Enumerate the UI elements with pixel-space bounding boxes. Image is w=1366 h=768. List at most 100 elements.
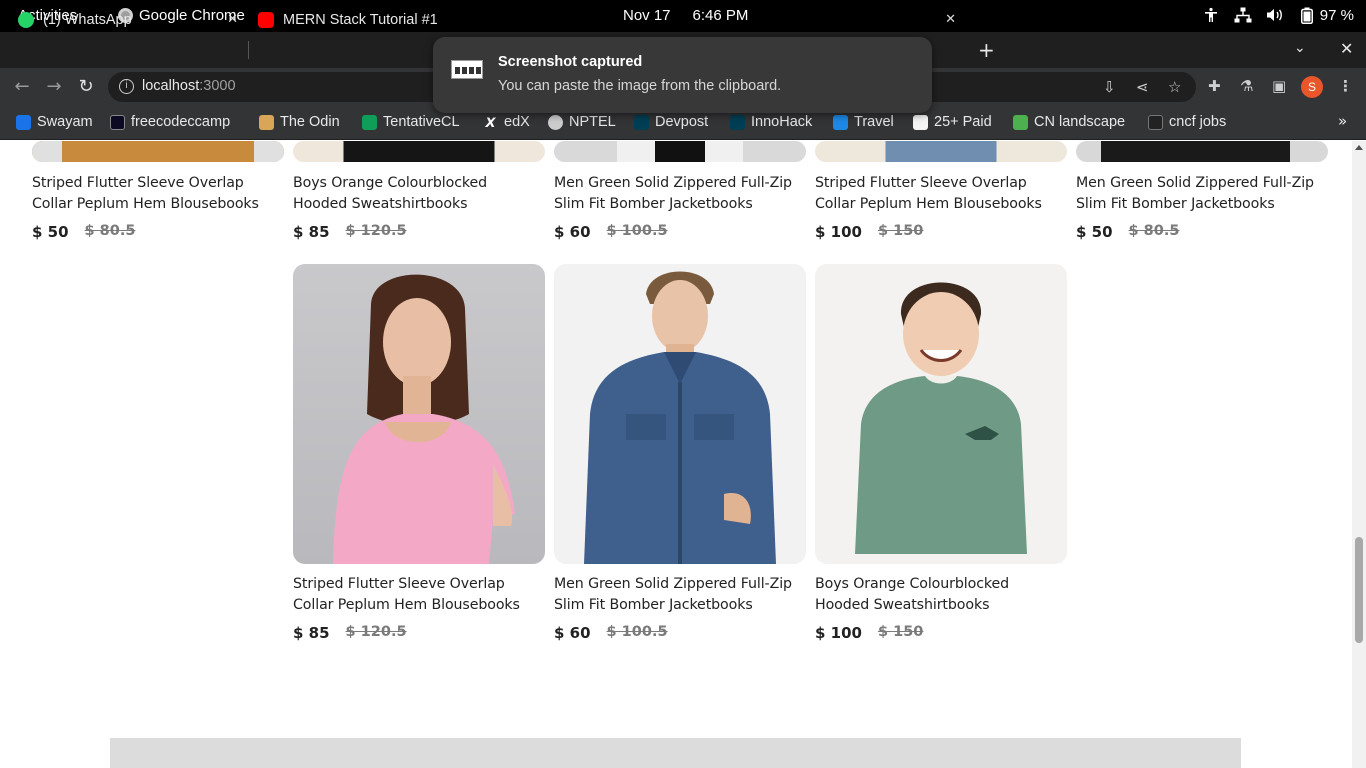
product-image[interactable] bbox=[554, 141, 806, 162]
youtube-icon bbox=[258, 12, 274, 28]
install-app-icon[interactable]: ⇩ bbox=[1103, 78, 1116, 96]
tab-active-close[interactable]: ✕ bbox=[940, 4, 960, 36]
scroll-up-arrow-icon[interactable] bbox=[1355, 145, 1363, 150]
product-title[interactable]: Boys Orange Colourblocked Hooded Sweatsh… bbox=[293, 173, 545, 215]
product-title[interactable]: Men Green Solid Zippered Full-Zip Slim F… bbox=[554, 574, 806, 616]
profile-avatar[interactable]: S bbox=[1301, 76, 1323, 98]
product-image[interactable] bbox=[815, 264, 1067, 564]
bookmark-label: Swayam bbox=[37, 114, 93, 130]
product-card[interactable]: Boys Orange Colourblocked Hooded Sweatsh… bbox=[815, 264, 1067, 642]
back-button[interactable]: ← bbox=[11, 76, 33, 97]
product-title[interactable]: Boys Orange Colourblocked Hooded Sweatsh… bbox=[815, 574, 1067, 616]
network-icon[interactable] bbox=[1234, 6, 1252, 24]
product-card[interactable]: Striped Flutter Sleeve Overlap Collar Pe… bbox=[32, 141, 284, 241]
product-title[interactable]: Striped Flutter Sleeve Overlap Collar Pe… bbox=[293, 574, 545, 616]
footer-section bbox=[110, 738, 1241, 768]
reload-button[interactable]: ↻ bbox=[75, 76, 97, 97]
product-image[interactable] bbox=[32, 141, 284, 162]
bookmark-tentativecl[interactable]: TentativeCL bbox=[362, 114, 460, 130]
bookmark-innohack[interactable]: InnoHack bbox=[730, 114, 812, 130]
product-old-price: $ 100.5 bbox=[606, 624, 668, 640]
product-card[interactable]: Men Green Solid Zippered Full-Zip Slim F… bbox=[554, 141, 806, 241]
site-info-icon[interactable]: i bbox=[119, 79, 134, 94]
clock-time: 6:46 PM bbox=[692, 7, 749, 24]
tab-search-chevron-icon[interactable]: ⌄ bbox=[1294, 40, 1306, 56]
product-card[interactable]: Men Green Solid Zippered Full-Zip Slim F… bbox=[554, 264, 806, 642]
url-text[interactable]: localhost:3000 bbox=[142, 78, 236, 94]
close-tab-icon[interactable]: ✕ bbox=[227, 11, 238, 27]
chrome-menu-icon[interactable]: ⋮ bbox=[1338, 77, 1353, 95]
product-prices: $ 85 $ 120.5 bbox=[293, 223, 545, 241]
product-card[interactable]: Boys Orange Colourblocked Hooded Sweatsh… bbox=[293, 141, 545, 241]
product-price: $ 50 bbox=[32, 223, 69, 241]
bookmark-the-odin[interactable]: The Odin bbox=[259, 114, 340, 130]
bookmark-25-paid[interactable]: 25+ Paid bbox=[913, 114, 992, 130]
notification-title: Screenshot captured bbox=[498, 54, 643, 70]
side-panel-icon[interactable]: ▣ bbox=[1272, 77, 1286, 95]
notification-body: You can paste the image from the clipboa… bbox=[498, 78, 782, 94]
battery-icon bbox=[1298, 6, 1316, 24]
product-price: $ 100 bbox=[815, 223, 862, 241]
close-tab-icon[interactable]: ✕ bbox=[945, 11, 956, 27]
product-title[interactable]: Men Green Solid Zippered Full-Zip Slim F… bbox=[554, 173, 806, 215]
product-old-price: $ 80.5 bbox=[84, 223, 136, 239]
forward-button[interactable]: → bbox=[43, 76, 65, 97]
product-card[interactable]: Striped Flutter Sleeve Overlap Collar Pe… bbox=[815, 141, 1067, 241]
tab-whatsapp[interactable]: (1) WhatsApp ✕ bbox=[18, 4, 248, 36]
travel-icon bbox=[833, 114, 848, 130]
url-host: localhost bbox=[142, 78, 200, 94]
bookmark-label: edX bbox=[504, 114, 530, 130]
bookmark-swayam[interactable]: Swayam bbox=[16, 114, 93, 130]
bookmark-cncf-jobs[interactable]: cncf jobs bbox=[1148, 114, 1226, 130]
bookmark-devpost[interactable]: Devpost bbox=[634, 114, 708, 130]
volume-icon[interactable] bbox=[1266, 6, 1284, 24]
product-prices: $ 50 $ 80.5 bbox=[32, 223, 284, 241]
bookmark-travel[interactable]: Travel bbox=[833, 114, 894, 130]
product-title[interactable]: Striped Flutter Sleeve Overlap Collar Pe… bbox=[32, 173, 284, 215]
bookmark-label: The Odin bbox=[280, 114, 340, 130]
page-scrollbar[interactable] bbox=[1352, 141, 1366, 768]
landscape-icon bbox=[1013, 114, 1028, 130]
scrollbar-thumb[interactable] bbox=[1355, 537, 1363, 643]
bookmark-label: Devpost bbox=[655, 114, 709, 130]
product-prices: $ 60 $ 100.5 bbox=[554, 624, 806, 642]
edx-icon: 𝙓 bbox=[483, 114, 498, 130]
devpost-icon bbox=[634, 114, 649, 130]
battery-status[interactable]: 97 % bbox=[1298, 6, 1354, 24]
product-image[interactable] bbox=[293, 264, 545, 564]
bookmark-freecodecamp[interactable]: freecodeccamp bbox=[110, 114, 230, 130]
product-title[interactable]: Striped Flutter Sleeve Overlap Collar Pe… bbox=[815, 173, 1067, 215]
bookmark-edx[interactable]: 𝙓edX bbox=[483, 114, 530, 130]
battery-percent: 97 % bbox=[1319, 6, 1354, 24]
product-image[interactable] bbox=[1076, 141, 1328, 162]
product-image[interactable] bbox=[554, 264, 806, 564]
product-image[interactable] bbox=[815, 141, 1067, 162]
url-port: :3000 bbox=[199, 78, 236, 94]
bookmark-nptel[interactable]: NPTEL bbox=[548, 114, 616, 130]
product-card[interactable]: Men Green Solid Zippered Full-Zip Slim F… bbox=[1076, 141, 1328, 241]
share-icon[interactable]: ⋖ bbox=[1136, 78, 1149, 96]
page-viewport: Striped Flutter Sleeve Overlap Collar Pe… bbox=[0, 141, 1352, 768]
new-tab-button[interactable]: + bbox=[978, 38, 995, 62]
window-close-icon[interactable]: ✕ bbox=[1340, 39, 1353, 58]
bookmark-cn-landscape[interactable]: CN landscape bbox=[1013, 114, 1125, 130]
product-image[interactable] bbox=[293, 141, 545, 162]
product-title[interactable]: Men Green Solid Zippered Full-Zip Slim F… bbox=[1076, 173, 1328, 215]
more-bookmarks-icon[interactable]: » bbox=[1338, 112, 1347, 130]
system-tray[interactable]: 97 % bbox=[1202, 6, 1354, 24]
cncf-icon bbox=[1148, 114, 1163, 130]
screenshot-notification[interactable]: Screenshot captured You can paste the im… bbox=[433, 37, 932, 113]
tab-mern-tutorial[interactable]: MERN Stack Tutorial #1 bbox=[258, 4, 438, 36]
labs-flask-icon[interactable]: ⚗ bbox=[1240, 77, 1253, 95]
bookmark-star-icon[interactable]: ☆ bbox=[1168, 78, 1181, 96]
freecodecamp-icon bbox=[110, 114, 125, 130]
clock[interactable]: Nov 17 6:46 PM bbox=[623, 7, 748, 24]
extensions-puzzle-icon[interactable]: ✚ bbox=[1208, 77, 1221, 95]
accessibility-icon[interactable] bbox=[1202, 6, 1220, 24]
whatsapp-icon bbox=[18, 12, 34, 28]
product-card[interactable]: Striped Flutter Sleeve Overlap Collar Pe… bbox=[293, 264, 545, 642]
product-prices: $ 85 $ 120.5 bbox=[293, 624, 545, 642]
product-old-price: $ 150 bbox=[877, 223, 924, 239]
boy-green-sweatshirt-illustration bbox=[855, 282, 1027, 554]
product-price: $ 100 bbox=[815, 624, 862, 642]
